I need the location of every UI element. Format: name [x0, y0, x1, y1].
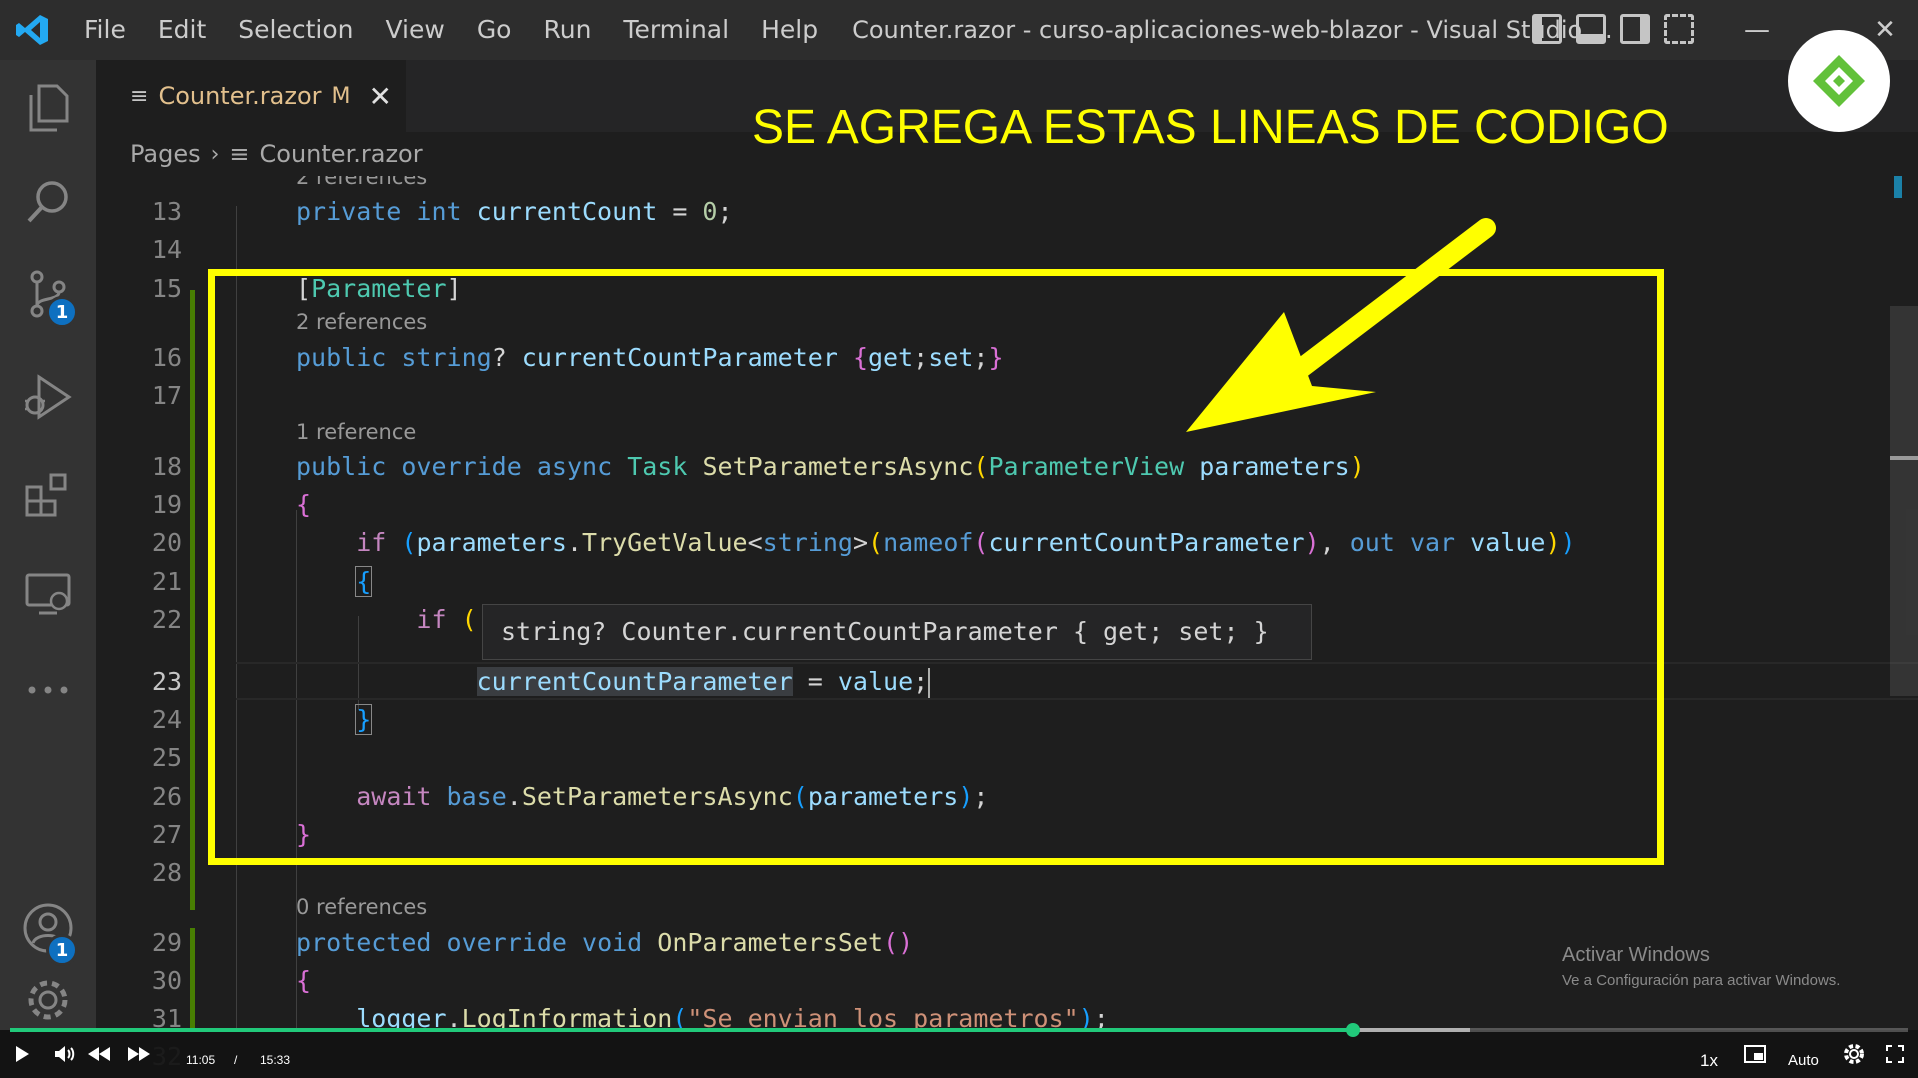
toggle-secondary-sidebar-icon[interactable]	[1620, 14, 1650, 44]
menu-edit[interactable]: Edit	[142, 0, 222, 60]
code-lens[interactable]: 0 references	[296, 892, 427, 922]
activation-watermark-text: Ve a Configuración para activar Windows.	[1562, 972, 1841, 989]
vscode-logo-icon	[0, 0, 64, 60]
chevron-right-icon: ›	[210, 141, 220, 167]
code-line: 13 private int currentCount = 0;	[96, 193, 1918, 231]
file-lines-icon: ≡	[130, 83, 149, 109]
line-number: 29	[151, 928, 182, 957]
duration: 15:33	[260, 1053, 291, 1067]
toggle-primary-sidebar-icon[interactable]	[1532, 14, 1562, 44]
code-text: {	[296, 966, 312, 995]
fast-forward-icon[interactable]	[124, 1038, 154, 1070]
line-number: 22	[151, 605, 182, 634]
editor-scrollbar[interactable]	[1890, 176, 1918, 1030]
code-line: 31 logger.LogInformation("Se envian los …	[96, 1000, 1918, 1030]
line-number: 31	[151, 1004, 182, 1030]
current-time: 11:05	[186, 1053, 216, 1067]
breadcrumb-folder[interactable]: Pages	[130, 140, 201, 168]
annotation-arrow-icon	[1160, 210, 1500, 474]
line-number: 28	[151, 858, 182, 887]
code-line: 14	[96, 231, 1918, 269]
progress-scrubber[interactable]	[1345, 1023, 1360, 1037]
search-icon[interactable]	[0, 154, 96, 250]
modified-indicator: M	[331, 83, 351, 109]
scroll-cursor-mark	[1890, 456, 1918, 460]
rewind-icon[interactable]	[84, 1038, 114, 1070]
line-number: 20	[151, 528, 182, 557]
menu-file[interactable]: File	[64, 0, 142, 60]
layout-controls	[1532, 14, 1694, 44]
line-number: 30	[151, 966, 182, 995]
time-separator: /	[234, 1053, 238, 1067]
line-number: 24	[151, 705, 182, 734]
activity-bar: 1 1	[0, 60, 96, 1030]
line-number: 19	[151, 490, 182, 519]
scroll-thumb[interactable]	[1890, 306, 1918, 696]
code-text: private int currentCount = 0;	[296, 197, 733, 226]
remote-explorer-icon[interactable]	[0, 546, 96, 642]
source-control-icon[interactable]: 1	[0, 246, 96, 342]
annotation-text: SE AGREGA ESTAS LINEAS DE CODIGO	[752, 101, 1669, 154]
source-control-badge: 1	[46, 296, 78, 328]
progress-played	[10, 1028, 1353, 1032]
playback-speed-button[interactable]: 1x	[1700, 1050, 1718, 1072]
run-debug-icon[interactable]	[0, 348, 96, 444]
accounts-badge: 1	[46, 934, 78, 966]
tab-counter-razor[interactable]: ≡ Counter.razor M ✕	[96, 60, 406, 132]
toggle-panel-icon[interactable]	[1576, 14, 1606, 44]
volume-icon[interactable]	[50, 1038, 80, 1070]
line-number: 21	[151, 567, 182, 596]
menu-bar: File Edit Selection View Go Run Terminal…	[64, 0, 834, 60]
line-number: 25	[151, 743, 182, 772]
menu-terminal[interactable]: Terminal	[607, 0, 745, 60]
code-text: protected override void OnParametersSet(…	[296, 928, 914, 957]
line-number: 14	[151, 235, 182, 264]
play-button[interactable]	[8, 1038, 36, 1070]
line-number: 26	[151, 782, 182, 811]
menu-selection[interactable]: Selection	[222, 0, 369, 60]
menu-run[interactable]: Run	[527, 0, 607, 60]
line-number: 16	[151, 343, 182, 372]
menu-go[interactable]: Go	[461, 0, 528, 60]
customize-layout-icon[interactable]	[1664, 14, 1694, 44]
minimize-button[interactable]: —	[1725, 0, 1789, 60]
menu-view[interactable]: View	[369, 0, 460, 60]
activation-watermark-title: Activar Windows	[1562, 944, 1710, 966]
fullscreen-icon[interactable]	[1880, 1038, 1910, 1070]
manage-gear-icon[interactable]	[0, 970, 96, 1030]
tab-close-button[interactable]: ✕	[368, 80, 391, 113]
tab-label: Counter.razor	[158, 82, 322, 110]
scroll-mark	[1894, 176, 1902, 198]
window-title: Counter.razor - curso-aplicaciones-web-b…	[852, 16, 1613, 44]
line-number: 17	[151, 381, 182, 410]
line-number: 13	[151, 197, 182, 226]
accounts-icon[interactable]: 1	[0, 880, 96, 976]
line-number: 15	[151, 274, 182, 303]
explorer-icon[interactable]	[0, 60, 96, 156]
code-lens[interactable]: 2 references	[296, 176, 427, 192]
file-lines-icon: ≡	[229, 140, 250, 168]
line-number: 27	[151, 820, 182, 849]
line-number: 23	[151, 667, 182, 696]
extensions-icon[interactable]	[0, 448, 96, 544]
picture-in-picture-icon[interactable]	[1740, 1038, 1770, 1070]
more-views-icon[interactable]	[0, 642, 96, 738]
line-number: 18	[151, 452, 182, 481]
quality-button[interactable]: Auto	[1788, 1050, 1819, 1072]
code-text: logger.LogInformation("Se envian los par…	[356, 1004, 1109, 1030]
breadcrumb-file[interactable]: Counter.razor	[260, 140, 423, 168]
settings-gear-icon[interactable]	[1838, 1038, 1870, 1070]
channel-logo	[1788, 30, 1890, 132]
menu-help[interactable]: Help	[745, 0, 834, 60]
